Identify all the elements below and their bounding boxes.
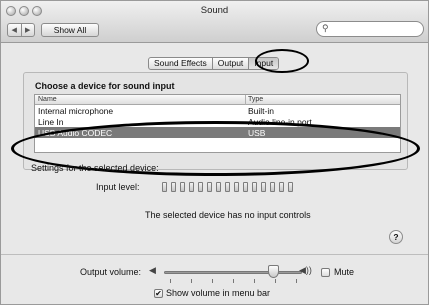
level-segment [288, 182, 293, 192]
slider-tick [191, 279, 192, 283]
show-volume-label: Show volume in menu bar [166, 288, 271, 298]
speaker-low-icon: ◀ [149, 265, 156, 275]
output-volume-slider[interactable] [164, 271, 302, 274]
level-segment [225, 182, 230, 192]
level-segment [180, 182, 185, 192]
slider-tick [233, 279, 234, 283]
help-button[interactable]: ? [389, 230, 403, 244]
table-row[interactable]: Internal microphone Built-in [35, 105, 400, 116]
device-list-heading: Choose a device for sound input [35, 81, 175, 91]
settings-label: Settings for the selected device: [31, 163, 159, 173]
level-segment [270, 182, 275, 192]
level-segment [243, 182, 248, 192]
level-segment [162, 182, 167, 192]
forward-arrow-icon[interactable]: ▶ [20, 24, 35, 36]
show-all-button[interactable]: Show All [41, 23, 99, 37]
level-segment [279, 182, 284, 192]
volume-slider-thumb[interactable] [268, 265, 280, 278]
title-bar: Sound ◀ ▶ Show All ⚲ [1, 1, 428, 43]
back-arrow-icon[interactable]: ◀ [8, 24, 21, 36]
slider-tick [296, 279, 297, 283]
footer-divider [1, 254, 428, 255]
magnifier-icon: ⚲ [322, 23, 329, 33]
speaker-high-icon: ◀)) [299, 265, 312, 275]
level-segment [171, 182, 176, 192]
input-level-label: Input level: [96, 182, 140, 192]
level-segment [216, 182, 221, 192]
device-name: Line In [38, 117, 64, 127]
level-segment [189, 182, 194, 192]
mute-checkbox[interactable] [321, 268, 330, 277]
column-divider [245, 95, 246, 105]
no-input-controls-message: The selected device has no input control… [145, 210, 311, 220]
table-header: Name Type [35, 95, 400, 105]
input-level-meter [162, 182, 293, 192]
input-tab-highlight-ring [255, 49, 309, 73]
tab-sound-effects[interactable]: Sound Effects [149, 58, 212, 69]
output-volume-label: Output volume: [80, 267, 142, 277]
device-name: Internal microphone [38, 106, 114, 116]
slider-tick [275, 279, 276, 283]
slider-tick [170, 279, 171, 283]
show-volume-checkbox[interactable]: ✔ [154, 289, 163, 298]
search-field[interactable]: ⚲ [316, 21, 424, 37]
level-segment [234, 182, 239, 192]
device-type: Built-in [248, 106, 274, 116]
window-title: Sound [200, 5, 229, 16]
sound-preferences-window: Sound ◀ ▶ Show All ⚲ Sound Effects Outpu… [0, 0, 429, 305]
tab-output[interactable]: Output [211, 58, 249, 69]
level-segment [261, 182, 266, 192]
level-segment [198, 182, 203, 192]
history-nav: ◀ ▶ [7, 23, 35, 37]
slider-tick [212, 279, 213, 283]
column-header-type[interactable]: Type [248, 96, 263, 103]
mute-label: Mute [334, 267, 355, 277]
level-segment [252, 182, 257, 192]
column-header-name[interactable]: Name [38, 96, 57, 103]
level-segment [207, 182, 212, 192]
slider-tick [254, 279, 255, 283]
